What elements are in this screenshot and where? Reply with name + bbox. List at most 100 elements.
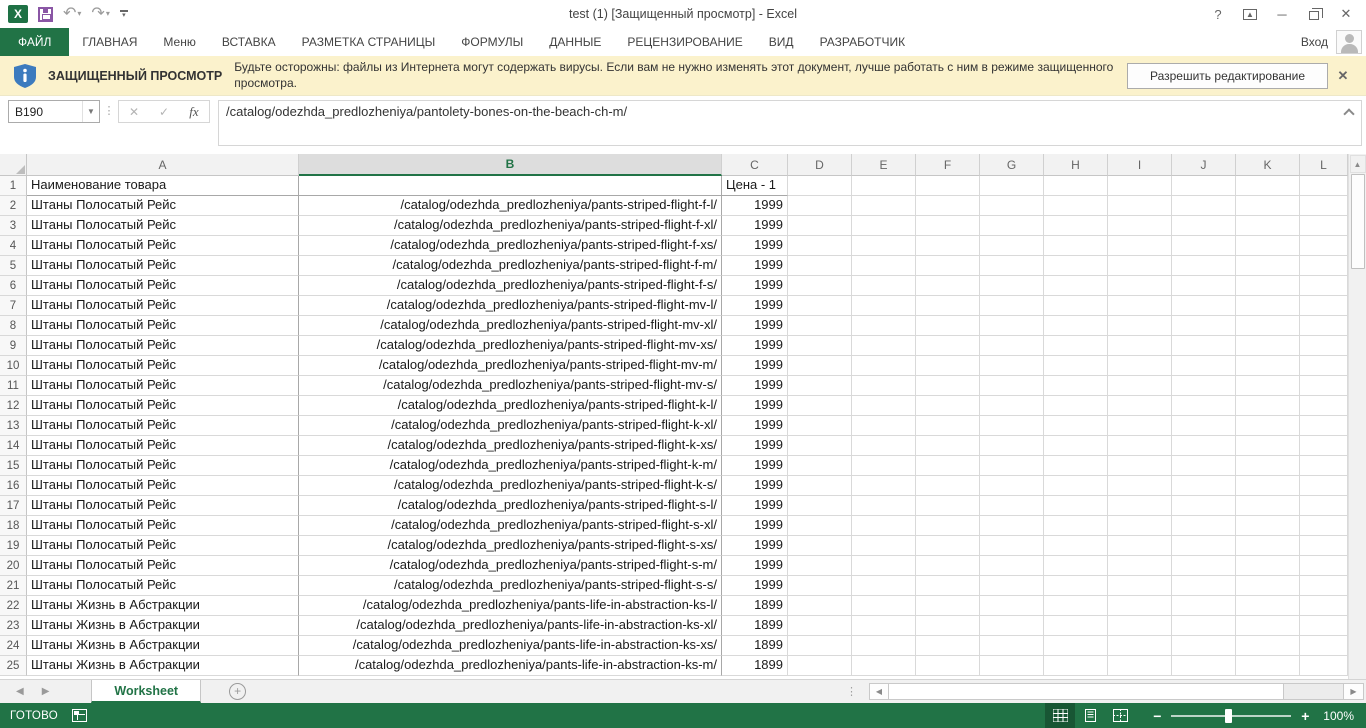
cell-L2[interactable] xyxy=(1300,196,1348,216)
sign-in-link[interactable]: Вход xyxy=(1301,35,1328,49)
cell-A6[interactable]: Штаны Полосатый Рейс xyxy=(27,276,299,296)
cell-E4[interactable] xyxy=(852,236,916,256)
cell-H6[interactable] xyxy=(1044,276,1108,296)
cell-G11[interactable] xyxy=(980,376,1044,396)
cell-K9[interactable] xyxy=(1236,336,1300,356)
cell-D19[interactable] xyxy=(788,536,852,556)
cell-D16[interactable] xyxy=(788,476,852,496)
cell-L12[interactable] xyxy=(1300,396,1348,416)
cell-L4[interactable] xyxy=(1300,236,1348,256)
cell-A24[interactable]: Штаны Жизнь в Абстракции xyxy=(27,636,299,656)
cell-D15[interactable] xyxy=(788,456,852,476)
cell-B17[interactable]: /catalog/odezhda_predlozheniya/pants-str… xyxy=(299,496,722,516)
zoom-in-icon[interactable]: + xyxy=(1297,708,1313,724)
cell-L3[interactable] xyxy=(1300,216,1348,236)
cell-F6[interactable] xyxy=(916,276,980,296)
row-header-18[interactable]: 18 xyxy=(0,516,27,536)
cell-L13[interactable] xyxy=(1300,416,1348,436)
cell-I19[interactable] xyxy=(1108,536,1172,556)
ribbon-tab-formulas[interactable]: ФОРМУЛЫ xyxy=(448,28,536,56)
cell-K19[interactable] xyxy=(1236,536,1300,556)
cell-A9[interactable]: Штаны Полосатый Рейс xyxy=(27,336,299,356)
cell-L17[interactable] xyxy=(1300,496,1348,516)
cell-I13[interactable] xyxy=(1108,416,1172,436)
row-header-15[interactable]: 15 xyxy=(0,456,27,476)
cell-L25[interactable] xyxy=(1300,656,1348,676)
cell-B24[interactable]: /catalog/odezhda_predlozheniya/pants-lif… xyxy=(299,636,722,656)
cell-A4[interactable]: Штаны Полосатый Рейс xyxy=(27,236,299,256)
cell-L11[interactable] xyxy=(1300,376,1348,396)
cell-L16[interactable] xyxy=(1300,476,1348,496)
cell-F13[interactable] xyxy=(916,416,980,436)
row-header-25[interactable]: 25 xyxy=(0,656,27,676)
cell-C2[interactable]: 1999 xyxy=(722,196,788,216)
cell-B5[interactable]: /catalog/odezhda_predlozheniya/pants-str… xyxy=(299,256,722,276)
cell-C14[interactable]: 1999 xyxy=(722,436,788,456)
normal-view-button[interactable] xyxy=(1045,703,1075,728)
cell-L6[interactable] xyxy=(1300,276,1348,296)
cell-F3[interactable] xyxy=(916,216,980,236)
cell-C15[interactable]: 1999 xyxy=(722,456,788,476)
cell-I15[interactable] xyxy=(1108,456,1172,476)
redo-button[interactable]: ↷▾ xyxy=(91,6,109,22)
row-header-12[interactable]: 12 xyxy=(0,396,27,416)
horizontal-scroll-track[interactable] xyxy=(889,683,1344,700)
cell-I24[interactable] xyxy=(1108,636,1172,656)
cell-E18[interactable] xyxy=(852,516,916,536)
zoom-out-icon[interactable]: − xyxy=(1149,708,1165,724)
cell-J4[interactable] xyxy=(1172,236,1236,256)
row-header-24[interactable]: 24 xyxy=(0,636,27,656)
cell-F17[interactable] xyxy=(916,496,980,516)
cell-D10[interactable] xyxy=(788,356,852,376)
column-header-G[interactable]: G xyxy=(980,154,1044,176)
cell-C1[interactable]: Цена - 1 xyxy=(722,176,788,196)
cell-F20[interactable] xyxy=(916,556,980,576)
ribbon-tab-review[interactable]: РЕЦЕНЗИРОВАНИЕ xyxy=(614,28,755,56)
cell-K23[interactable] xyxy=(1236,616,1300,636)
cell-A14[interactable]: Штаны Полосатый Рейс xyxy=(27,436,299,456)
cell-G9[interactable] xyxy=(980,336,1044,356)
vertical-scrollbar[interactable]: ▲ xyxy=(1348,154,1366,679)
cell-E23[interactable] xyxy=(852,616,916,636)
cell-B11[interactable]: /catalog/odezhda_predlozheniya/pants-str… xyxy=(299,376,722,396)
cell-A25[interactable]: Штаны Жизнь в Абстракции xyxy=(27,656,299,676)
cell-J2[interactable] xyxy=(1172,196,1236,216)
cell-B23[interactable]: /catalog/odezhda_predlozheniya/pants-lif… xyxy=(299,616,722,636)
cell-J7[interactable] xyxy=(1172,296,1236,316)
cell-C11[interactable]: 1999 xyxy=(722,376,788,396)
undo-dropdown-icon[interactable]: ▾ xyxy=(77,6,81,22)
column-header-C[interactable]: C xyxy=(722,154,788,176)
cell-E16[interactable] xyxy=(852,476,916,496)
cell-G23[interactable] xyxy=(980,616,1044,636)
cell-I23[interactable] xyxy=(1108,616,1172,636)
cell-I6[interactable] xyxy=(1108,276,1172,296)
cell-F14[interactable] xyxy=(916,436,980,456)
cell-A7[interactable]: Штаны Полосатый Рейс xyxy=(27,296,299,316)
cell-B7[interactable]: /catalog/odezhda_predlozheniya/pants-str… xyxy=(299,296,722,316)
cell-J10[interactable] xyxy=(1172,356,1236,376)
banner-close-icon[interactable]: ✕ xyxy=(1328,68,1358,84)
cell-L7[interactable] xyxy=(1300,296,1348,316)
cell-I25[interactable] xyxy=(1108,656,1172,676)
cell-D4[interactable] xyxy=(788,236,852,256)
column-header-D[interactable]: D xyxy=(788,154,852,176)
cell-C24[interactable]: 1899 xyxy=(722,636,788,656)
cell-B15[interactable]: /catalog/odezhda_predlozheniya/pants-str… xyxy=(299,456,722,476)
cell-I8[interactable] xyxy=(1108,316,1172,336)
cell-C16[interactable]: 1999 xyxy=(722,476,788,496)
cell-J20[interactable] xyxy=(1172,556,1236,576)
minimize-button[interactable]: ─ xyxy=(1268,3,1296,25)
cell-G19[interactable] xyxy=(980,536,1044,556)
cell-L8[interactable] xyxy=(1300,316,1348,336)
cell-K8[interactable] xyxy=(1236,316,1300,336)
column-header-H[interactable]: H xyxy=(1044,154,1108,176)
cell-F12[interactable] xyxy=(916,396,980,416)
cell-I4[interactable] xyxy=(1108,236,1172,256)
cell-E13[interactable] xyxy=(852,416,916,436)
customize-qat-button[interactable]: ▾ xyxy=(120,10,128,18)
cell-G21[interactable] xyxy=(980,576,1044,596)
excel-logo-icon[interactable]: X xyxy=(8,5,28,23)
zoom-slider-thumb[interactable] xyxy=(1225,709,1232,723)
cell-E25[interactable] xyxy=(852,656,916,676)
cell-I2[interactable] xyxy=(1108,196,1172,216)
